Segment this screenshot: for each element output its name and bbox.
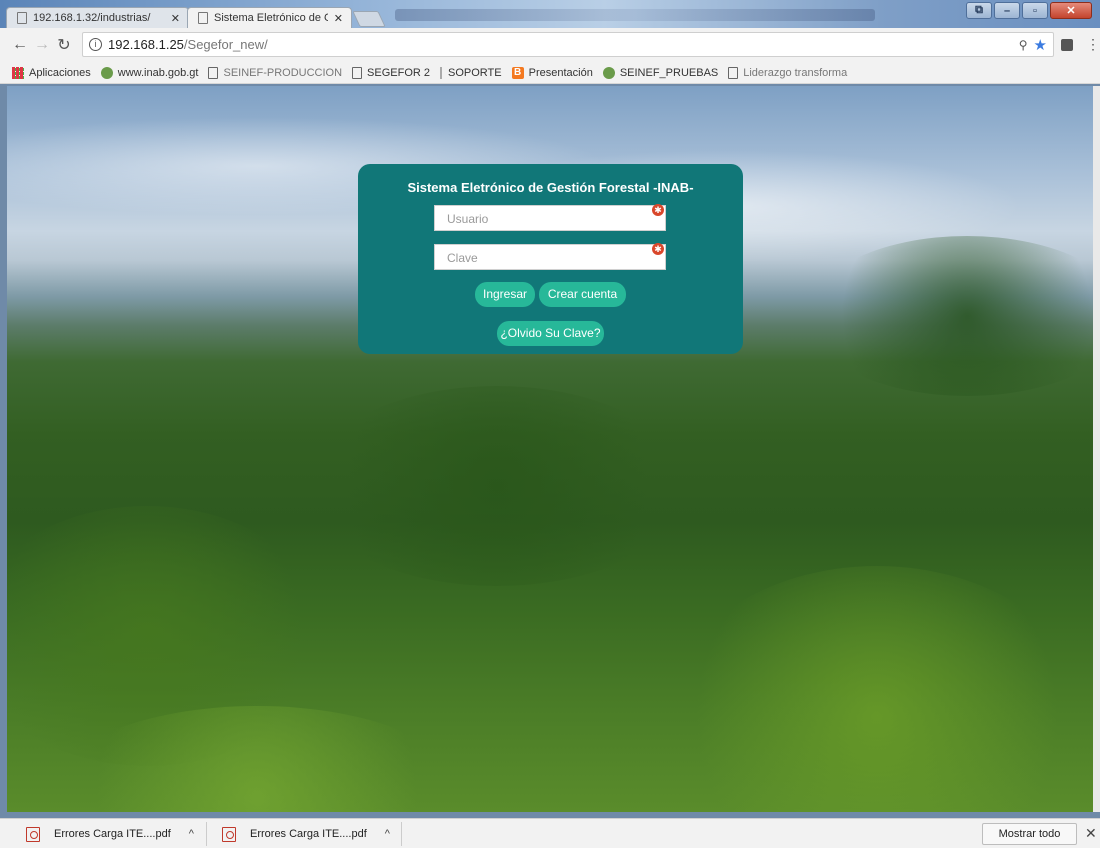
bookmark-label: SEINEF-PRODUCCION — [223, 66, 343, 79]
minimize-icon[interactable]: – — [994, 2, 1020, 19]
window-controls: ⧉ – ▫ ✕ — [966, 2, 1092, 19]
bookmark-liderazgo[interactable]: Liderazgo transforma — [728, 66, 848, 79]
forward-icon[interactable]: → — [31, 36, 53, 54]
login-title: Sistema Eletrónico de Gestión Forestal -… — [407, 180, 694, 195]
close-icon[interactable]: ✕ — [334, 12, 343, 25]
tab-title: 192.168.1.32/industrias/ — [33, 12, 151, 24]
bookmark-presentacion[interactable]: B Presentación — [511, 66, 593, 79]
close-icon[interactable]: ✕ — [171, 12, 180, 25]
info-icon[interactable]: i — [89, 38, 102, 51]
page-icon — [198, 12, 208, 24]
maximize-icon[interactable]: ▫ — [1022, 2, 1048, 19]
page-icon — [17, 12, 27, 24]
bookmark-label: SEGEFOR 2 — [367, 66, 431, 79]
bookmark-soporte[interactable]: SOPORTE — [440, 66, 502, 79]
extension-icon[interactable] — [1061, 39, 1073, 51]
bookmark-label: Liderazgo transforma — [743, 66, 848, 79]
scrollbar[interactable] — [1093, 86, 1100, 812]
username-input[interactable]: Usuario — [434, 205, 666, 231]
back-icon[interactable]: ← — [9, 36, 31, 54]
new-tab-button[interactable] — [352, 11, 386, 27]
divider — [401, 822, 402, 846]
chevron-up-icon[interactable]: ^ — [189, 828, 194, 840]
bookmark-segefor-2[interactable]: SEGEFOR 2 — [352, 66, 431, 79]
zoom-icon[interactable]: ⚲ — [1019, 38, 1028, 52]
required-icon: ✱ — [652, 243, 664, 255]
login-panel: Sistema Eletrónico de Gestión Forestal -… — [358, 164, 743, 354]
url-host: 192.168.1.25 — [108, 37, 184, 52]
bookmark-aplicaciones[interactable]: Aplicaciones — [12, 66, 91, 79]
divider — [206, 822, 207, 846]
tree-canopy — [667, 566, 1087, 812]
create-account-button[interactable]: Crear cuenta — [539, 282, 626, 307]
address-bar[interactable]: i 192.168.1.25/Segefor_new/ ⚲ ★ — [82, 32, 1054, 57]
tree-canopy — [807, 236, 1093, 396]
downloads-bar: Errores Carga ITE....pdf ^ Errores Carga… — [0, 818, 1100, 848]
restore-icon[interactable]: ⧉ — [966, 2, 992, 19]
password-input[interactable]: Clave — [434, 244, 666, 270]
page-icon — [728, 66, 739, 79]
tab-segefor[interactable]: Sistema Eletrónico de Ge ✕ — [187, 7, 352, 28]
page-icon — [440, 66, 443, 79]
apps-grid-icon — [12, 66, 24, 79]
download-filename: Errores Carga ITE....pdf — [250, 828, 367, 840]
download-filename: Errores Carga ITE....pdf — [54, 828, 171, 840]
pdf-icon — [222, 826, 236, 842]
bookmark-inab[interactable]: www.inab.gob.gt — [100, 66, 199, 79]
bookmark-label: Presentación — [528, 66, 593, 79]
tree-canopy — [307, 386, 687, 586]
bookmarks-bar: Aplicaciones www.inab.gob.gt SEINEF-PROD… — [0, 62, 1100, 84]
chevron-up-icon[interactable]: ^ — [385, 828, 390, 840]
bookmark-label: www.inab.gob.gt — [117, 66, 199, 79]
forgot-password-button[interactable]: ¿Olvido Su Clave? — [497, 321, 604, 346]
bookmark-label: SEINEF_PRUEBAS — [619, 66, 719, 79]
menu-icon[interactable]: ⋮ — [1086, 36, 1100, 53]
tab-industrias[interactable]: 192.168.1.32/industrias/ ✕ — [6, 7, 189, 28]
inab-icon — [100, 66, 113, 79]
browser-toolbar: ← → ↻ i 192.168.1.25/Segefor_new/ ⚲ ★ ⋮ — [0, 28, 1100, 62]
pdf-icon — [26, 826, 40, 842]
bookmark-label: Aplicaciones — [29, 66, 91, 79]
blogger-icon: B — [511, 66, 524, 79]
download-item[interactable]: Errores Carga ITE....pdf ^ — [26, 825, 194, 843]
reload-icon[interactable]: ↻ — [53, 35, 75, 55]
download-item[interactable]: Errores Carga ITE....pdf ^ — [222, 825, 390, 843]
close-icon[interactable]: ✕ — [1085, 825, 1097, 842]
blurred-title-area — [395, 9, 875, 21]
page-icon — [208, 66, 219, 79]
inab-icon — [602, 66, 615, 79]
close-window-icon[interactable]: ✕ — [1050, 2, 1092, 19]
login-button[interactable]: Ingresar — [475, 282, 535, 307]
show-all-button[interactable]: Mostrar todo — [982, 823, 1077, 845]
bookmark-seinef-pruebas[interactable]: SEINEF_PRUEBAS — [602, 66, 719, 79]
required-icon: ✱ — [652, 204, 664, 216]
star-icon[interactable]: ★ — [1034, 36, 1047, 54]
bookmark-seinef-produccion[interactable]: SEINEF-PRODUCCION — [208, 66, 343, 79]
url-path: /Segefor_new/ — [183, 37, 268, 52]
page-icon — [352, 66, 363, 79]
tab-title: Sistema Eletrónico de Ge — [214, 12, 328, 24]
title-bar: 192.168.1.32/industrias/ ✕ Sistema Eletr… — [0, 0, 1100, 28]
bookmark-label: SOPORTE — [448, 66, 502, 79]
